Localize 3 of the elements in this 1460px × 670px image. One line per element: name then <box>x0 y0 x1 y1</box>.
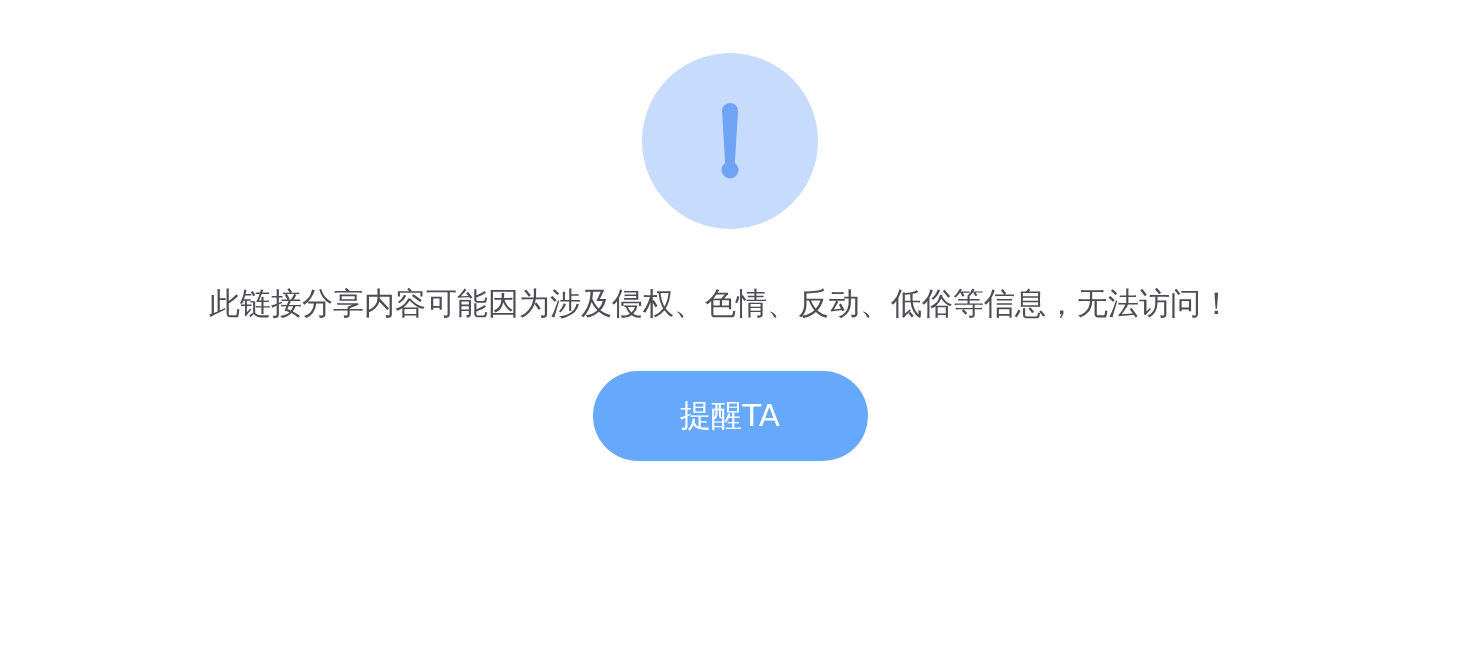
warning-icon <box>641 53 819 229</box>
remind-button[interactable]: 提醒TA <box>592 371 868 461</box>
error-message: 此链接分享内容可能因为涉及侵权、色情、反动、低俗等信息，无法访问！ <box>208 284 1232 323</box>
